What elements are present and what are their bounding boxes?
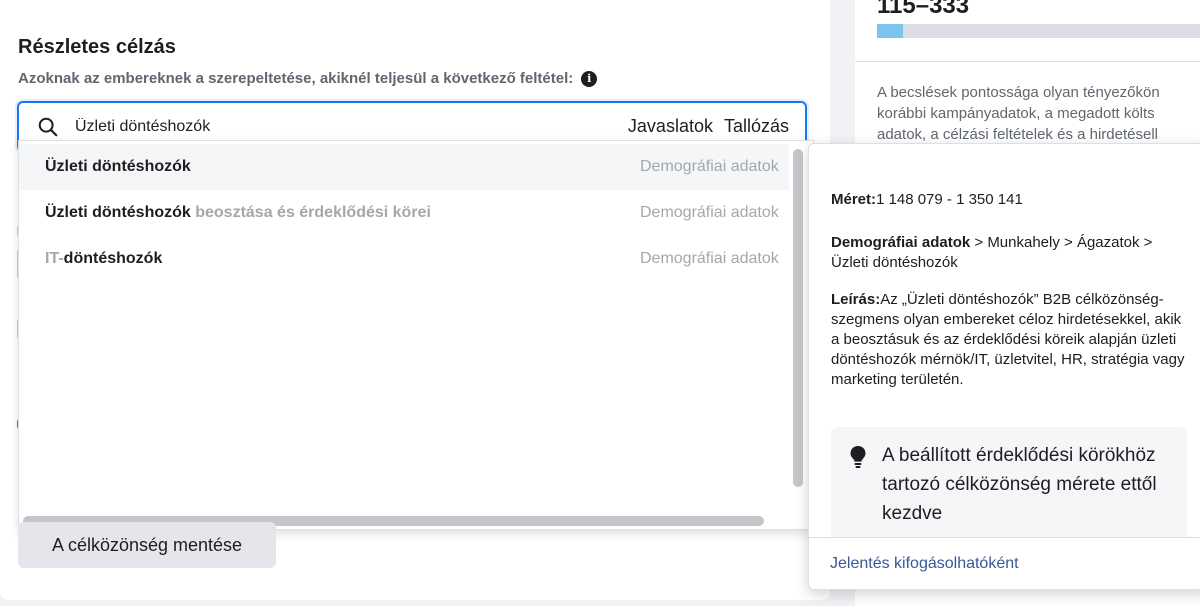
result-label-prefix: IT- [45,250,64,267]
result-category: Demográfiai adatok [640,250,779,267]
info-icon[interactable]: i [581,70,598,87]
vertical-scrollbar[interactable] [793,149,803,487]
suggestions-button[interactable]: Javaslatok [628,116,713,137]
size-row: Méret:1 148 079 - 1 350 141 [831,190,1191,210]
description-value: Az „Üzleti döntéshozók” B2B célközönség-… [831,291,1185,388]
audience-detail-popover: Méret:1 148 079 - 1 350 141 Demográfiai … [808,143,1200,590]
result-item-it-decision-makers[interactable]: IT- döntéshozók Demográfiai adatok [19,236,789,282]
size-label: Méret: [831,191,877,208]
save-audience-button[interactable]: A célközönség mentése [18,522,276,568]
search-results-dropdown: Üzleti döntéshozók Demográfiai adatok Üz… [18,140,814,530]
section-title: Részletes célzás [18,36,176,58]
browse-button[interactable]: Tallózás [724,116,789,137]
result-label: Üzleti döntéshozók [45,158,191,175]
result-label: döntéshozók [63,250,163,267]
description-row: Leírás:Az „Üzleti döntéshozók” B2B célkö… [831,290,1191,390]
estimate-line: adatok, a célzási feltételek és a hirdet… [877,126,1158,143]
category-path: Demográfiai adatok > Munkahely > Ágazato… [831,233,1191,273]
divider [855,61,1200,62]
size-value: 1 148 079 - 1 350 141 [876,191,1023,208]
result-label: Üzleti döntéshozók [45,204,191,221]
popover-footer: Jelentés kifogásolhatóként [809,537,1200,589]
report-link[interactable]: Jelentés kifogásolhatóként [830,555,1019,573]
estimate-description: A becslések pontossága olyan tényezőkön … [877,82,1200,145]
result-category: Demográfiai adatok [640,158,779,175]
estimate-line: A becslések pontossága olyan tényezőkön [877,84,1160,101]
search-icon [37,116,59,138]
description-label: Leírás: [831,291,881,308]
search-input[interactable] [75,117,628,136]
result-item-business-decision-makers[interactable]: Üzleti döntéshozók Demográfiai adatok [19,144,789,190]
result-category: Demográfiai adatok [640,204,779,221]
result-label-suffix: beosztása és érdeklődési körei [190,204,431,221]
lightbulb-icon [849,445,867,469]
estimate-range: 115–333 [877,0,970,19]
tip-text: A beállított érdeklődési körökhöz tartoz… [882,445,1157,524]
path-label: Demográfiai adatok [831,234,971,251]
estimate-progress-fill [877,24,903,38]
section-subtitle: Azoknak az embereknek a szerepeltetése, … [18,70,598,87]
result-item-titles-interests[interactable]: Üzleti döntéshozók beosztása és érdeklőd… [19,190,789,236]
subtitle-text: Azoknak az embereknek a szerepeltetése, … [18,70,574,87]
estimate-line: korábbi kampányadatok, a megadott költs [877,105,1155,122]
estimate-progress-bar [877,24,1200,38]
